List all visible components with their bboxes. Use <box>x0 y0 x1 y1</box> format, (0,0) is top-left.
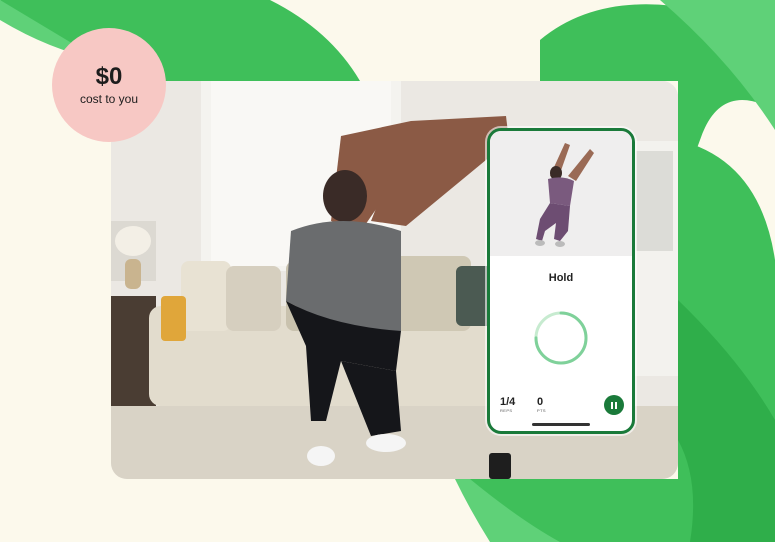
price-badge: $0 cost to you <box>52 28 166 142</box>
points-value: 0 <box>537 396 544 408</box>
home-indicator <box>532 423 590 426</box>
exercise-status-title: Hold <box>548 272 574 284</box>
phone-mockup: Hold 1/4 REPS 0 PTS <box>487 128 635 434</box>
price-caption: cost to you <box>79 92 139 106</box>
reps-value: 1/4 <box>500 396 516 408</box>
progress-ring <box>534 311 588 365</box>
price-amount: $0 <box>95 63 123 90</box>
reps-label: REPS <box>500 408 513 413</box>
pause-button[interactable] <box>604 395 624 415</box>
points-label: PTS <box>537 408 546 413</box>
points-stat: 0 PTS <box>537 396 546 413</box>
exercise-video <box>490 131 632 256</box>
pause-icon <box>610 396 618 414</box>
reps-stat: 1/4 REPS <box>500 396 515 413</box>
